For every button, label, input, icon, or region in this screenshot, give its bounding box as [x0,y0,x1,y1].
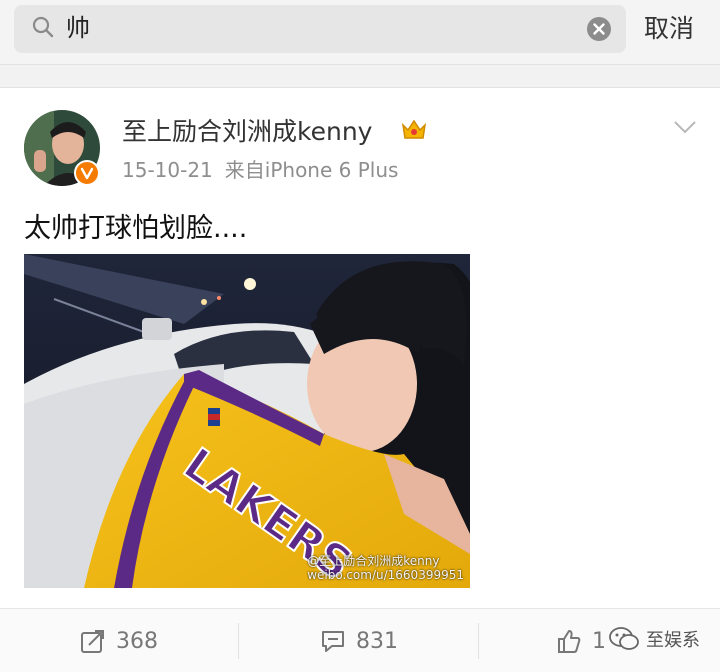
post-action-bar: 368 831 1 至娱系 [0,608,720,672]
post-source: 来自iPhone 6 Plus [224,158,399,182]
action-divider [238,623,239,659]
post-meta: 15-10-21 来自iPhone 6 Plus [122,154,410,183]
like-count: 1 [592,628,606,654]
post-photo[interactable]: LAKERS @至上励合刘洲成kenny weibo.com/u/1660399… [24,254,470,588]
weibo-post-card: 至上励合刘洲成kenny 15-10-21 来自iPhone 6 Plus 太帅打… [0,88,720,608]
verified-badge-icon [74,160,100,186]
post-date: 15-10-21 [122,158,213,182]
chevron-down-icon[interactable] [672,118,698,136]
comment-icon [322,631,344,652]
search-input[interactable] [66,7,566,43]
watermark-name: @至上励合刘洲成kenny [307,554,440,568]
like-button[interactable]: 1 [556,609,606,672]
watermark-url: weibo.com/u/1660399951 [307,568,464,582]
wechat-icon [609,627,639,650]
action-divider [478,623,479,659]
photo-watermark: @至上励合刘洲成kenny weibo.com/u/1660399951 [307,554,464,582]
channel-name: 至娱系 [646,630,700,651]
comment-count: 831 [356,628,398,654]
vip-crown-icon [401,119,427,139]
repost-count: 368 [116,628,158,654]
channel-watermark: 至娱系 [608,625,700,653]
post-text: 太帅打球怕划脸.... [24,213,248,244]
photo-illustration: LAKERS [24,254,470,588]
thumbs-up-icon [558,630,581,653]
cancel-button[interactable]: 取消 [644,10,706,48]
search-icon [32,16,54,38]
post-author-name[interactable]: 至上励合刘洲成kenny [122,112,372,148]
repost-icon [81,630,104,653]
search-header: 取消 [0,0,720,64]
clear-search-icon[interactable] [586,16,612,42]
comment-button[interactable]: 831 [320,609,398,672]
section-divider [0,64,720,88]
repost-button[interactable]: 368 [80,609,158,672]
